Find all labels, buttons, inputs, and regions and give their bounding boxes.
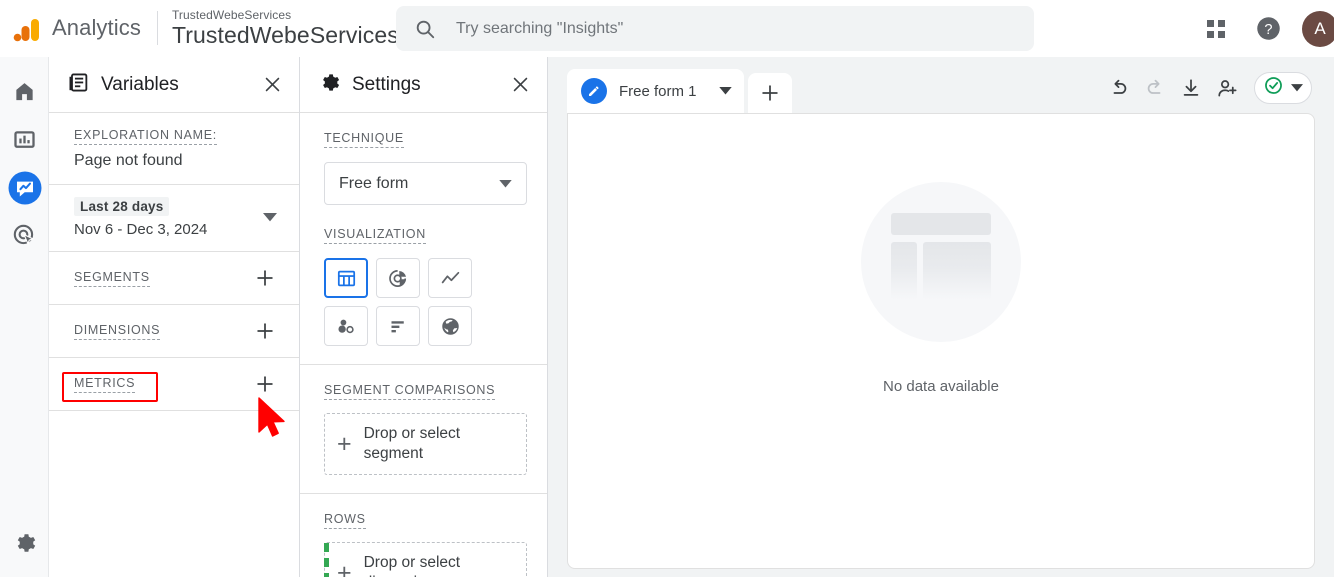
exploration-name-section[interactable]: EXPLORATION NAME: Page not found xyxy=(49,113,299,185)
chevron-down-icon[interactable] xyxy=(718,82,732,100)
dimensions-label: DIMENSIONS xyxy=(74,323,161,340)
placeholder-right-column xyxy=(923,242,991,300)
user-avatar[interactable]: A xyxy=(1302,10,1334,47)
sidebar-item-segments[interactable]: SEGMENTS xyxy=(49,252,299,305)
property-selector[interactable]: TrustedWebeServices TrustedWebeServices xyxy=(172,9,399,47)
technique-select[interactable]: Free form xyxy=(324,162,527,205)
account-name: TrustedWebeServices xyxy=(171,8,292,22)
edit-pencil-icon xyxy=(581,78,607,104)
rows-dropzone-label: Drop or select dimension xyxy=(363,553,461,577)
close-variables-panel-button[interactable] xyxy=(258,71,286,99)
empty-state: No data available xyxy=(568,182,1314,395)
viz-table-button[interactable] xyxy=(324,258,368,298)
segments-label: SEGMENTS xyxy=(74,270,150,287)
viz-line-chart-button[interactable] xyxy=(428,258,472,298)
plus-icon: + xyxy=(337,429,352,458)
reports-bar-chart-icon xyxy=(13,128,36,156)
date-range-value: Nov 6 - Dec 3, 2024 xyxy=(74,221,208,238)
rows-label: ROWS xyxy=(324,512,366,529)
share-add-user-icon[interactable] xyxy=(1210,71,1244,105)
viz-geo-map-button[interactable] xyxy=(428,306,472,346)
chevron-down-icon xyxy=(1291,79,1303,97)
viz-scatter-plot-button[interactable] xyxy=(324,306,368,346)
close-settings-panel-button[interactable] xyxy=(506,71,534,99)
sidebar-item-metrics[interactable]: METRICS xyxy=(49,358,299,411)
segment-dropzone-label: Drop or select segment xyxy=(363,424,461,462)
search-icon xyxy=(414,18,436,40)
viz-donut-chart-button[interactable] xyxy=(376,258,420,298)
segment-comparisons-section: SEGMENT COMPARISONS + Drop or select seg… xyxy=(300,365,547,494)
home-icon xyxy=(13,80,36,108)
redo-icon[interactable] xyxy=(1138,71,1172,105)
download-icon[interactable] xyxy=(1174,71,1208,105)
sidebar-item-advertising[interactable] xyxy=(0,214,49,262)
plus-icon: + xyxy=(337,558,352,577)
header-divider xyxy=(156,11,158,45)
tab-label: Free form 1 xyxy=(619,82,697,100)
technique-selected-value: Free form xyxy=(339,174,409,192)
canvas-toolbar xyxy=(1100,69,1312,107)
technique-section: TECHNIQUE Free form VISUALIZATION xyxy=(300,113,547,365)
rows-accent-strip xyxy=(324,543,329,577)
variables-panel-title: Variables xyxy=(101,73,179,95)
sharing-status-button[interactable] xyxy=(1254,72,1312,104)
settings-panel: Settings TECHNIQUE Free form VISUALIZATI… xyxy=(300,57,548,577)
visualization-type-grid xyxy=(324,258,527,346)
viz-bar-chart-button[interactable] xyxy=(376,306,420,346)
sidebar-item-home[interactable] xyxy=(0,70,49,118)
add-dimension-button[interactable] xyxy=(252,318,278,344)
sidebar-item-reports[interactable] xyxy=(0,118,49,166)
google-analytics-logo-icon xyxy=(10,11,44,45)
settings-gear-icon xyxy=(318,71,341,99)
chevron-down-icon xyxy=(499,175,512,193)
empty-state-illustration-icon xyxy=(861,182,1021,342)
exploration-canvas: Free form 1 No data available xyxy=(548,57,1334,577)
date-range-chip: Last 28 days xyxy=(74,197,170,216)
date-range-selector[interactable]: Last 28 days Nov 6 - Dec 3, 2024 xyxy=(49,185,299,252)
search-input[interactable] xyxy=(454,13,1014,44)
rows-section: ROWS + Drop or select dimension xyxy=(300,494,547,577)
rows-dropzone[interactable]: + Drop or select dimension xyxy=(324,542,527,577)
top-header-bar: Analytics TrustedWebeServices TrustedWeb… xyxy=(0,0,1334,57)
sidebar-item-explore[interactable] xyxy=(0,166,49,214)
segment-comparisons-label: SEGMENT COMPARISONS xyxy=(324,383,496,400)
tab-bar: Free form 1 xyxy=(567,69,792,113)
exploration-name-value: Page not found xyxy=(74,152,183,169)
tab-free-form-1[interactable]: Free form 1 xyxy=(567,69,744,113)
undo-icon[interactable] xyxy=(1102,71,1136,105)
help-icon[interactable]: ? xyxy=(1248,9,1288,49)
placeholder-left-column xyxy=(891,242,917,300)
report-card: No data available xyxy=(567,113,1315,569)
settings-panel-header: Settings xyxy=(300,57,547,113)
global-search-box[interactable] xyxy=(396,6,1034,51)
segment-dropzone[interactable]: + Drop or select segment xyxy=(324,413,527,475)
check-circle-icon xyxy=(1263,75,1284,101)
variables-icon xyxy=(67,71,90,99)
sidebar-item-admin[interactable] xyxy=(0,521,49,569)
product-name: Analytics xyxy=(52,15,141,40)
advertising-target-icon xyxy=(12,223,37,253)
gear-icon xyxy=(13,531,37,560)
sidebar-item-dimensions[interactable]: DIMENSIONS xyxy=(49,305,299,358)
placeholder-header-bar xyxy=(891,213,991,235)
add-segment-button[interactable] xyxy=(252,265,278,291)
technique-label: TECHNIQUE xyxy=(324,131,404,148)
empty-state-message: No data available xyxy=(883,378,999,395)
property-name: TrustedWebeServices xyxy=(171,22,399,48)
settings-panel-title: Settings xyxy=(352,73,421,95)
analytics-explore-page: Analytics TrustedWebeServices TrustedWeb… xyxy=(0,0,1334,577)
header-actions: ? A xyxy=(1196,0,1334,57)
add-tab-button[interactable] xyxy=(747,73,792,113)
left-navigation-rail xyxy=(0,57,49,577)
visualization-label: VISUALIZATION xyxy=(324,227,426,244)
apps-grid-icon[interactable] xyxy=(1196,9,1236,49)
explore-icon xyxy=(7,170,43,211)
svg-text:?: ? xyxy=(1264,22,1272,38)
exploration-name-label: EXPLORATION NAME: xyxy=(74,128,217,145)
add-metric-button[interactable] xyxy=(252,371,278,397)
variables-panel-header: Variables xyxy=(49,57,299,113)
variables-panel: Variables EXPLORATION NAME: Page not fou… xyxy=(49,57,300,577)
chevron-down-icon[interactable] xyxy=(263,209,277,227)
metrics-label: METRICS xyxy=(74,376,136,393)
